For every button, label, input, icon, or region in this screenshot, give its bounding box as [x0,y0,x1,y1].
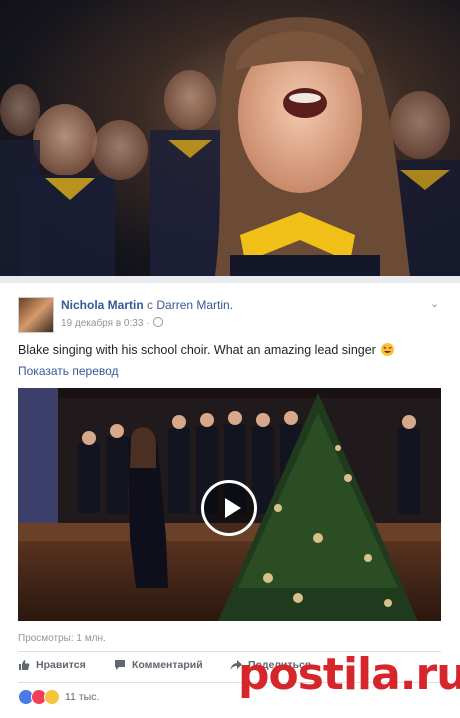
chevron-down-icon[interactable]: ⌄ [430,297,439,310]
play-icon[interactable] [201,480,257,536]
star-eyes-emoji-icon [381,343,395,356]
video-player[interactable] [18,388,441,621]
reactions-summary[interactable]: 11 тыс. [18,688,99,706]
hero-photo [0,0,460,276]
like-label: Нравится [36,659,86,671]
post-text: Blake singing with his school choir. Wha… [18,343,395,357]
comment-label: Комментарий [132,659,203,671]
post-meta: 19 декабря в 0:33 · [61,317,163,329]
post-author-line: Nichola Martin с Darren Martin. [61,298,233,312]
with-word: с [147,298,154,312]
reactions-count: 11 тыс. [65,691,100,703]
comment-icon [115,660,125,670]
show-translation-link[interactable]: Показать перевод [18,364,119,378]
author-name-link[interactable]: Nichola Martin [61,298,144,312]
globe-icon [152,317,163,327]
watermark-text: postila.ru [238,648,460,700]
hero-image-illustration [0,17,460,276]
view-count: Просмотры: 1 млн. [18,633,106,644]
wow-reaction-icon [44,689,60,705]
post-date[interactable]: 19 декабря в 0:33 · [61,318,150,329]
tagged-friend-link[interactable]: Darren Martin. [156,298,233,312]
comment-button[interactable]: Комментарий [114,659,203,671]
thumbs-up-icon [19,660,30,670]
avatar[interactable] [18,297,54,333]
divider [0,276,460,283]
post-text-content: Blake singing with his school choir. Wha… [18,343,376,357]
like-button[interactable]: Нравится [18,659,86,671]
postila-watermark: postila.ru [232,630,460,718]
